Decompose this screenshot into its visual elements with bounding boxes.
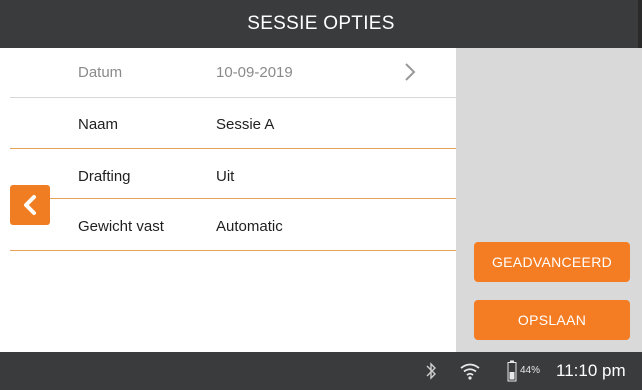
row-value: Uit [216,167,235,185]
row-gewicht-vast[interactable]: Gewicht vast Automatic [10,202,456,250]
row-label: Drafting [78,167,131,185]
row-naam[interactable]: Naam Sessie A [10,100,456,148]
row-datum[interactable]: Datum 10-09-2019 [10,48,456,96]
page-title: SESSIE OPTIES [247,13,395,34]
row-label: Gewicht vast [78,217,164,235]
advanced-button[interactable]: GEADVANCEERD [474,242,630,282]
battery-icon [507,360,517,382]
row-divider [10,250,456,251]
back-button[interactable] [10,185,50,225]
row-drafting[interactable]: Drafting Uit [10,152,456,200]
chevron-right-icon[interactable] [400,62,420,82]
session-options-list: Datum 10-09-2019 Naam Sessie A Drafting … [10,48,456,352]
status-bar: 44% 11:10 pm [0,352,642,390]
row-divider [10,97,456,98]
row-value: Sessie A [216,115,275,133]
title-bar-edge [638,0,642,48]
row-label: Naam [78,115,119,133]
row-divider [10,148,456,149]
bluetooth-icon [426,362,436,380]
battery-percent: 44% [520,365,541,376]
row-divider [10,198,456,199]
row-label: Datum [78,63,123,81]
row-value: Automatic [216,217,283,235]
save-button[interactable]: OPSLAAN [474,300,630,340]
title-bar: SESSIE OPTIES [0,0,642,48]
row-value: 10-09-2019 [216,63,293,81]
clock: 11:10 pm [556,361,626,380]
chevron-left-icon [24,195,36,215]
wifi-icon [460,363,480,380]
